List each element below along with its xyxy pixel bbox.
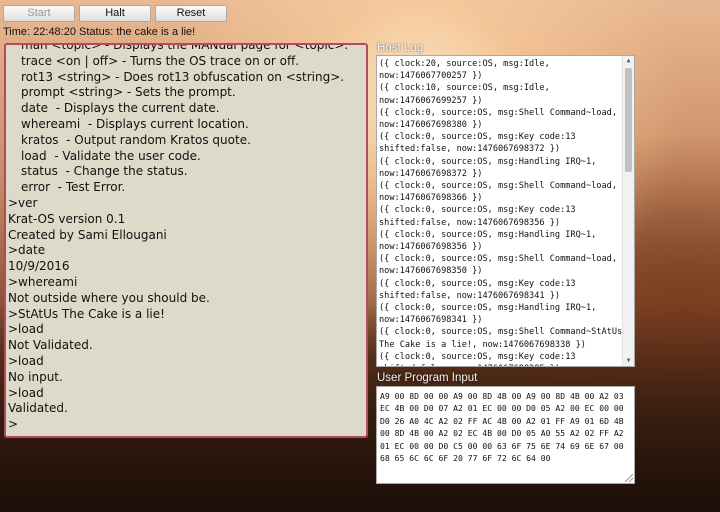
host-log-entry: now:1476067698356 }) <box>379 242 483 253</box>
host-log-entry: shifted:false, now:1476067698372 }) <box>379 144 561 155</box>
host-log-entry: now:1476067700257 }) <box>379 71 483 82</box>
console-line: trace <on | off> - Turns the OS trace on… <box>21 53 300 68</box>
host-log-entry: ({ clock:0, source:OS, msg:Shell Command… <box>379 107 617 118</box>
console-output: man <topic> - Displays the MANual page f… <box>8 43 364 433</box>
host-log-entry: shifted:false, now:1476067698356 }) <box>379 217 561 228</box>
console-line: Not outside where you should be. <box>8 290 210 305</box>
resize-handle-icon[interactable] <box>625 474 633 482</box>
console-line: man <topic> - Displays the MANual page f… <box>21 43 349 52</box>
console-line: >date <box>8 243 46 258</box>
console-line: error - Test Error. <box>21 180 126 195</box>
host-log-entry: shifted:false, now:1476067698341 }) <box>379 290 561 301</box>
program-input-label: User Program Input <box>377 372 478 384</box>
host-log-entry: ({ clock:0, source:OS, msg:Key code:13 <box>379 205 576 216</box>
os-console[interactable]: man <topic> - Displays the MANual page f… <box>4 43 368 438</box>
host-log-entry: ({ clock:0, source:OS, msg:Key code:13 <box>379 132 576 143</box>
scroll-down-arrow-icon[interactable]: ▼ <box>623 356 634 366</box>
host-log-label: Host Log <box>377 42 424 54</box>
host-log-entry: ({ clock:0, source:OS, msg:Handling IRQ~… <box>379 156 597 167</box>
console-line: Created by Sami Ellougani <box>8 227 167 242</box>
console-line: prompt <string> - Sets the prompt. <box>21 85 236 100</box>
console-line: >load <box>8 322 44 337</box>
console-line: rot13 <string> - Does rot13 obfuscation … <box>21 69 345 84</box>
host-log-entry: ({ clock:0, source:OS, msg:Shell Command… <box>379 327 623 338</box>
host-log-entry: now:1476067698350 }) <box>379 266 483 277</box>
host-log-textarea[interactable]: ({ clock:20, source:OS, msg:Idle, now:147… <box>376 55 635 367</box>
host-log-entry: ({ clock:0, source:OS, msg:Shell Command… <box>379 181 617 192</box>
host-log-entry: ({ clock:0, source:OS, msg:Shell Command… <box>379 254 617 265</box>
host-log-entry: ({ clock:10, source:OS, msg:Idle, <box>379 83 550 94</box>
console-line: status - Change the status. <box>21 164 188 179</box>
host-log-entry: now:1476067698372 }) <box>379 168 483 179</box>
host-log-entry: now:1476067698341 }) <box>379 315 483 326</box>
scrollbar-thumb[interactable] <box>625 68 632 172</box>
start-button[interactable]: Start <box>3 5 75 22</box>
program-input-textarea[interactable]: A9 00 8D 00 00 A9 00 8D 4B 00 A9 00 8D 4… <box>376 386 635 484</box>
console-line: > <box>8 417 19 432</box>
host-log-entry: The Cake is a lie!, now:1476067698338 }) <box>379 339 586 350</box>
control-toolbar: Start Halt Reset <box>3 5 227 22</box>
console-line: >load <box>8 353 44 368</box>
console-line: 10/9/2016 <box>8 259 70 274</box>
host-log-entry: now:1476067699257 }) <box>379 95 483 106</box>
console-line: Validated. <box>8 401 68 416</box>
console-line: No input. <box>8 369 63 384</box>
host-log-entry: ({ clock:0, source:OS, msg:Handling IRQ~… <box>379 229 597 240</box>
host-log-entry: now:1476067698380 }) <box>379 120 483 131</box>
host-log-entry: ({ clock:0, source:OS, msg:Handling IRQ~… <box>379 303 597 314</box>
halt-button[interactable]: Halt <box>79 5 151 22</box>
reset-button[interactable]: Reset <box>155 5 227 22</box>
host-log-scrollbar[interactable]: ▲ ▼ <box>622 56 634 366</box>
console-line: >whereami <box>8 274 78 289</box>
program-input-value: A9 00 8D 00 00 A9 00 8D 4B 00 A9 00 8D 4… <box>380 391 624 464</box>
console-line: date - Displays the current date. <box>21 101 220 116</box>
console-line: >ver <box>8 195 38 210</box>
host-log-entry: ({ clock:0, source:OS, msg:Key code:13 <box>379 351 576 362</box>
console-line: Not Validated. <box>8 338 93 353</box>
console-line: >StAtUs The Cake is a lie! <box>8 306 165 321</box>
host-log-entry: ({ clock:0, source:OS, msg:Key code:13 <box>379 278 576 289</box>
host-log-entries: ({ clock:20, source:OS, msg:Idle, now:147… <box>379 58 623 366</box>
host-log-entry: ({ clock:20, source:OS, msg:Idle, <box>379 59 550 69</box>
console-line: Krat-OS version 0.1 <box>8 211 126 226</box>
console-line: load - Validate the user code. <box>21 148 201 163</box>
host-log-entry: shifted:false, now:1476067698285 }) <box>379 363 622 366</box>
console-line: whereami - Displays current location. <box>21 116 249 131</box>
host-log-entry: now:1476067698366 }) <box>379 193 483 204</box>
scroll-up-arrow-icon[interactable]: ▲ <box>623 56 634 66</box>
status-bar: Time: 22:48:20 Status: the cake is a lie… <box>3 26 196 38</box>
console-line: kratos - Output random Kratos quote. <box>21 132 251 147</box>
console-line: >load <box>8 385 44 400</box>
